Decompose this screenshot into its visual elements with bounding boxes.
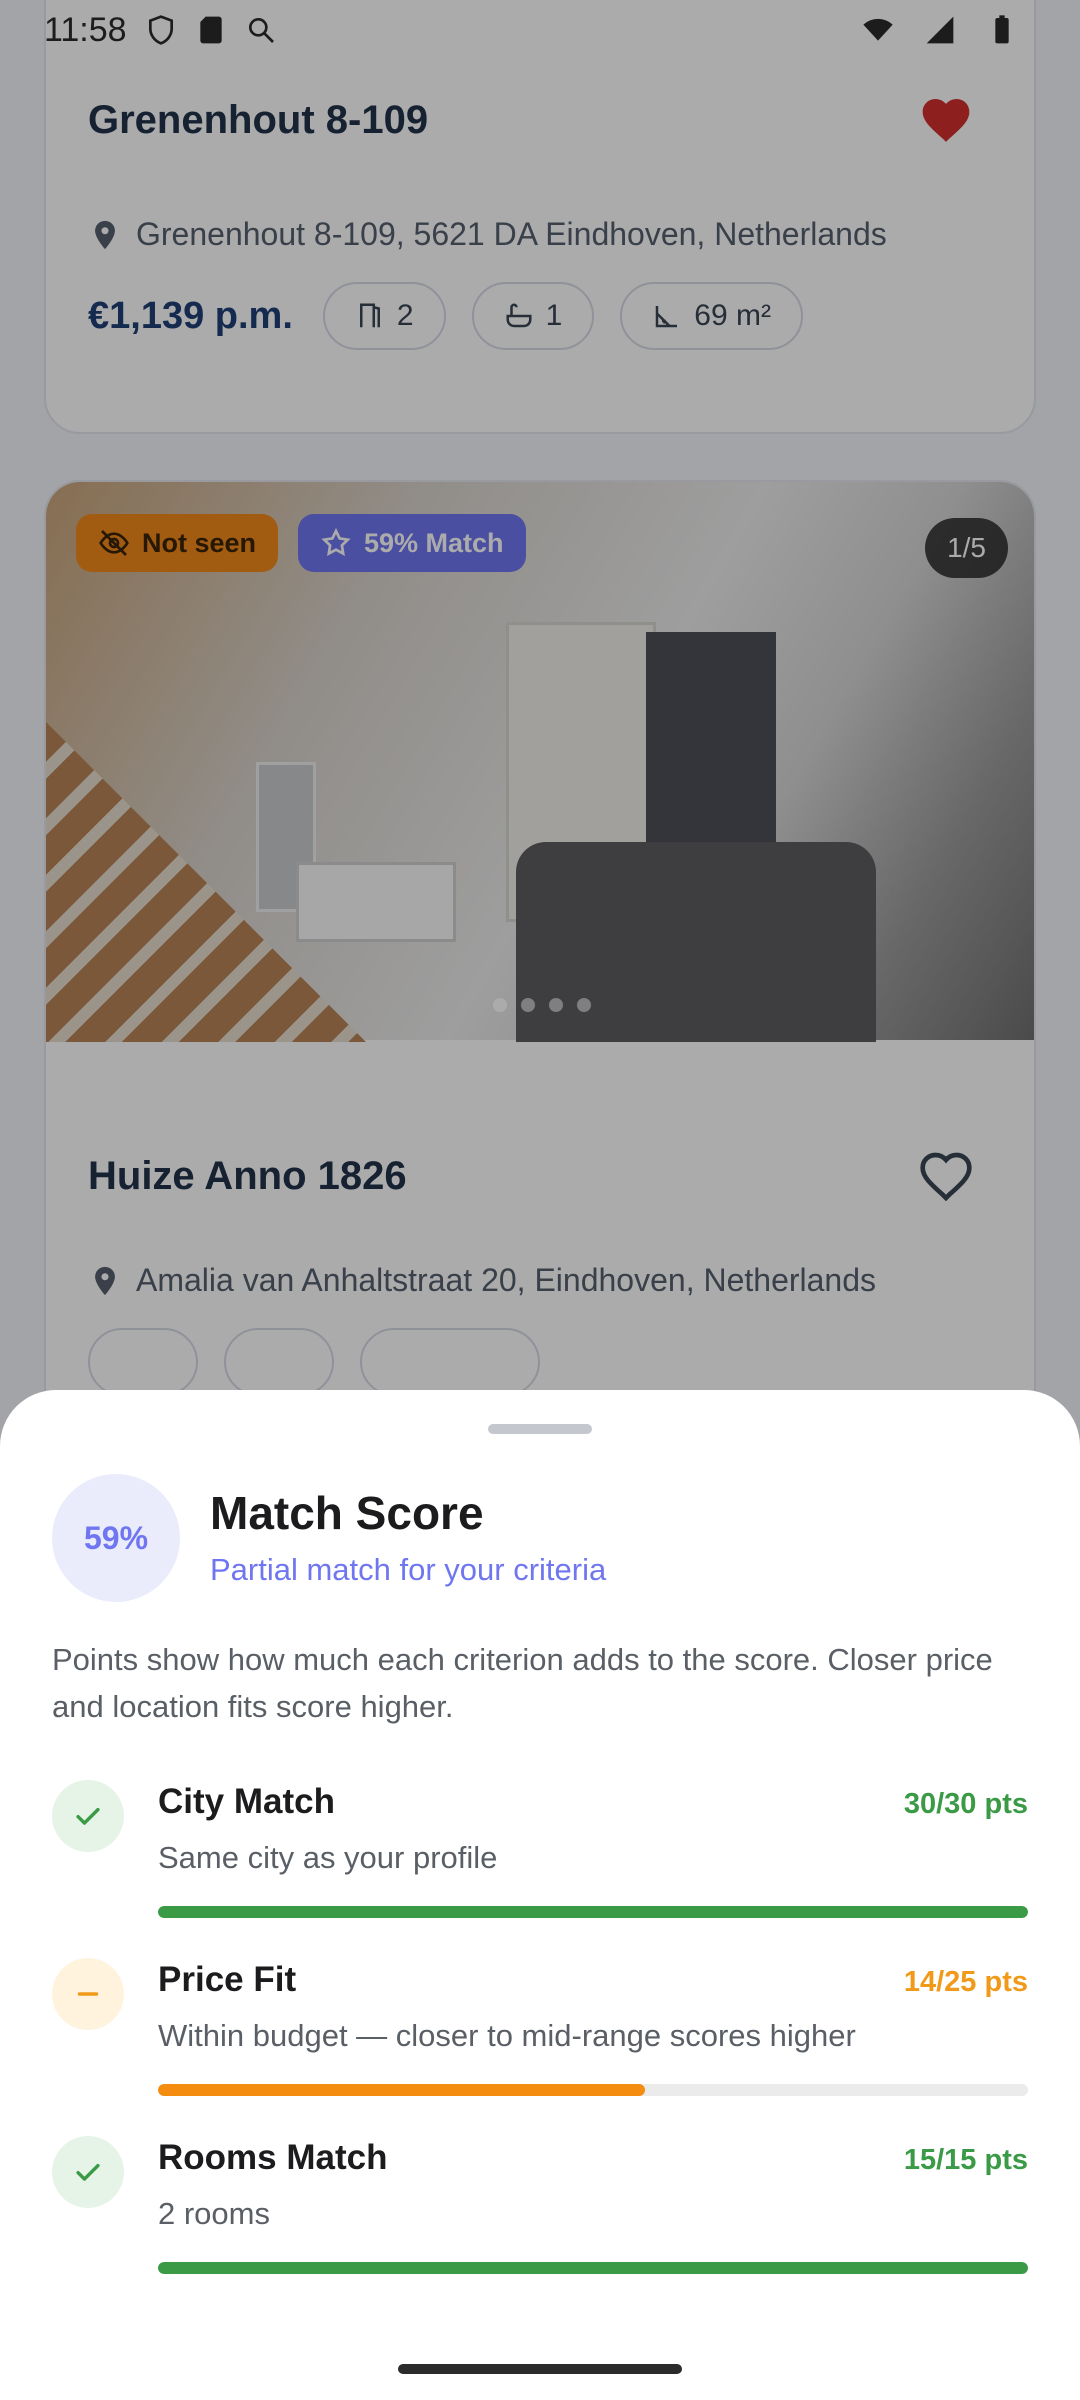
criterion-name: Price Fit <box>158 1960 297 1999</box>
criterion-progress-fill <box>158 2262 1028 2274</box>
minus-icon <box>52 1958 124 2030</box>
criterion-progress-bar <box>158 2262 1028 2274</box>
criterion-city-match: City Match 30/30 pts Same city as your p… <box>52 1780 1028 1930</box>
status-time: 11:58 <box>44 10 127 49</box>
status-bar: 11:58 <box>0 0 1080 60</box>
sheet-description: Points show how much each criterion adds… <box>52 1642 993 1724</box>
check-icon <box>52 2136 124 2208</box>
shield-icon <box>148 15 173 45</box>
sheet-subtitle: Partial match for your criteria <box>210 1552 607 1587</box>
battery-icon <box>995 15 1009 44</box>
sheet-title: Match Score <box>210 1487 484 1539</box>
criterion-name: City Match <box>158 1782 335 1821</box>
home-indicator[interactable] <box>398 2364 682 2374</box>
criterion-points: 30/30 pts <box>903 1788 1028 1820</box>
match-score-sheet: 59% Match Score Partial match for your c… <box>0 1390 1080 2400</box>
wifi-icon <box>863 18 893 41</box>
criterion-progress-bar <box>158 2084 1028 2096</box>
criterion-points: 14/25 pts <box>903 1966 1028 1998</box>
criterion-progress-fill <box>158 2084 646 2096</box>
criterion-description: 2 rooms <box>158 2196 270 2231</box>
score-circle: 59% <box>52 1474 180 1602</box>
criterion-name: Rooms Match <box>158 2138 388 2177</box>
signal-icon <box>926 16 954 44</box>
criterion-description: Same city as your profile <box>158 1840 498 1875</box>
criterion-points: 15/15 pts <box>903 2144 1028 2176</box>
criterion-price-fit: Price Fit 14/25 pts Within budget — clos… <box>52 1958 1028 2108</box>
check-icon <box>52 1780 124 1852</box>
criterion-description: Within budget — closer to mid-range scor… <box>158 2018 856 2053</box>
criterion-rooms-match: Rooms Match 15/15 pts 2 rooms <box>52 2136 1028 2286</box>
drag-handle[interactable] <box>488 1424 592 1434</box>
sd-card-icon <box>199 16 222 44</box>
search-sparkle-icon <box>248 18 274 43</box>
criterion-progress-bar <box>158 1906 1028 1918</box>
criterion-progress-fill <box>158 1906 1028 1918</box>
